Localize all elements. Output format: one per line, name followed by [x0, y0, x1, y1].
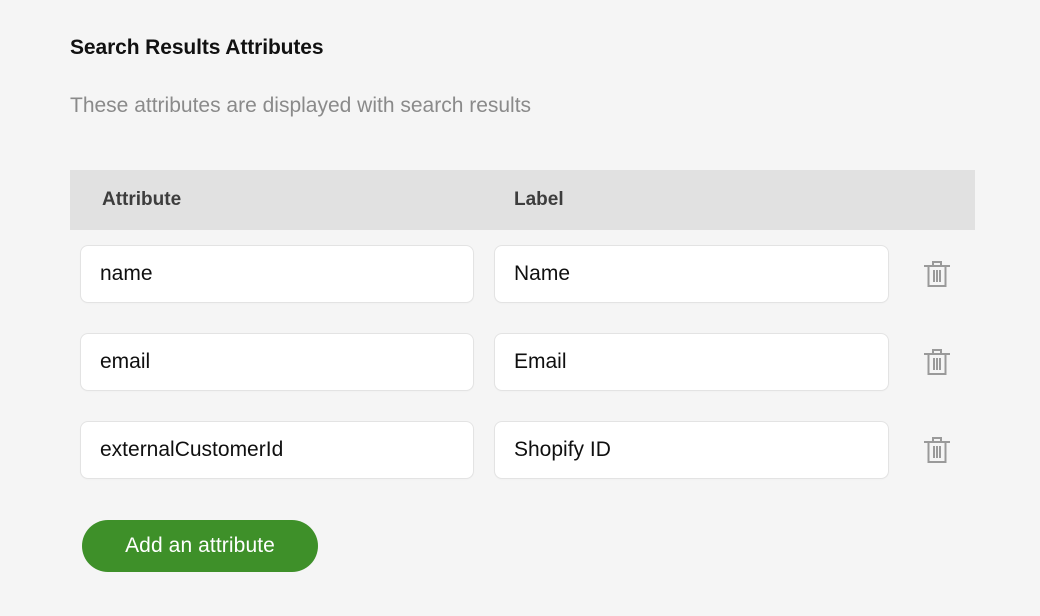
add-attribute-button[interactable]: Add an attribute — [82, 520, 318, 572]
label-input[interactable] — [494, 421, 889, 479]
search-results-attributes-panel: Search Results Attributes These attribut… — [0, 0, 1040, 616]
trash-icon — [923, 259, 951, 289]
column-header-attribute: Attribute — [102, 189, 182, 210]
label-input[interactable] — [494, 245, 889, 303]
delete-attribute-button[interactable] — [918, 431, 956, 469]
delete-attribute-button[interactable] — [918, 343, 956, 381]
trash-icon — [923, 435, 951, 465]
table-row — [70, 245, 975, 303]
table-row — [70, 333, 975, 391]
trash-icon — [923, 347, 951, 377]
attributes-table: Attribute Label — [70, 170, 975, 479]
page-subtitle: These attributes are displayed with sear… — [70, 94, 532, 117]
page-title: Search Results Attributes — [70, 36, 324, 59]
column-header-label: Label — [514, 189, 564, 210]
attribute-input[interactable] — [80, 333, 474, 391]
attribute-input[interactable] — [80, 245, 474, 303]
attribute-input[interactable] — [80, 421, 474, 479]
label-input[interactable] — [494, 333, 889, 391]
table-body — [70, 230, 975, 479]
table-row — [70, 421, 975, 479]
table-header-row: Attribute Label — [70, 170, 975, 230]
delete-attribute-button[interactable] — [918, 255, 956, 293]
